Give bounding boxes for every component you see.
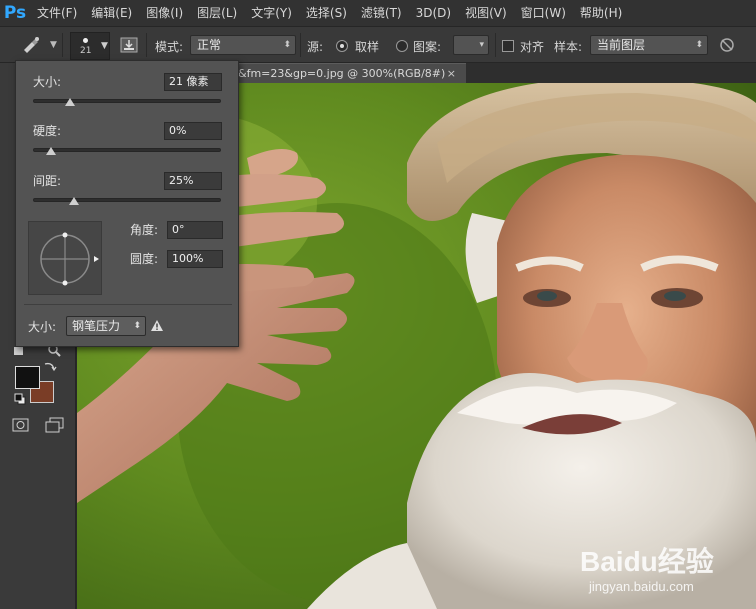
menu-bar: Ps 文件(F) 编辑(E) 图像(I) 图层(L) 文字(Y) 选择(S) 滤… [0,0,756,27]
sample-layers-value: 当前图层 [597,38,646,52]
chevron-down-icon: ▾ [479,40,484,50]
menu-type[interactable]: 文字(Y) [244,0,299,27]
swap-colors-icon[interactable] [42,361,58,373]
size-slider-track[interactable] [33,99,221,103]
menu-window[interactable]: 窗口(W) [514,0,573,27]
options-bar: ▼ 21 ▼ 模式: 正常 ⬍ 源: 取样 图案: ▾ 对齐 样本: 当前图层 … [0,27,756,63]
angle-label: 角度: [130,223,159,237]
source-label: 源: [307,40,324,54]
sample-layers-label: 样本: [554,40,583,54]
divider [24,304,232,305]
menu-layer[interactable]: 图层(L) [190,0,244,27]
hardness-label: 硬度: [33,124,62,138]
pattern-radio[interactable] [396,40,408,52]
screen-mode-icon[interactable] [44,417,66,435]
pen-size-label: 大小: [28,320,57,334]
brush-preset-picker[interactable]: 21 ▼ [70,32,110,60]
spacing-field[interactable]: 25% [164,172,222,190]
document-title: &fm=23&gp=0.jpg @ 300%(RGB/8#) [238,67,446,80]
aligned-checkbox[interactable] [502,40,514,52]
menu-edit[interactable]: 编辑(E) [84,0,139,27]
hardness-slider-track[interactable] [33,148,221,152]
updown-arrow-icon: ⬍ [695,40,703,50]
size-label: 大小: [33,75,62,89]
baidu-jingyan-watermark: Baidu经验 jingyan.baidu.com [580,545,714,594]
sample-radio[interactable] [336,40,348,52]
sample-layers-select[interactable]: 当前图层 ⬍ [590,35,708,55]
sample-radio-label[interactable]: 取样 [355,38,379,55]
roundness-field[interactable]: 100% [167,250,223,268]
aligned-label[interactable]: 对齐 [520,38,544,55]
divider [62,33,63,57]
spacing-slider-track[interactable] [33,198,221,202]
menu-filter[interactable]: 滤镜(T) [354,0,409,27]
spacing-label: 间距: [33,174,62,188]
hardness-field[interactable]: 0% [164,122,222,140]
watermark-url: jingyan.baidu.com [588,579,694,594]
menu-help[interactable]: 帮助(H) [573,0,629,27]
divider [495,33,496,57]
size-field[interactable]: 21 像素 [164,73,222,91]
roundness-label: 圆度: [130,252,159,266]
size-slider-thumb[interactable] [64,98,75,106]
pen-pressure-value: 钢笔压力 [72,319,121,333]
warning-icon [151,320,163,331]
spacing-slider-thumb[interactable] [68,197,79,205]
clone-stamp-tool-icon[interactable] [20,35,42,55]
divider [146,33,147,57]
close-icon[interactable]: × [447,64,456,83]
angle-roundness-dial-icon[interactable] [29,222,103,296]
menu-file[interactable]: 文件(F) [30,0,84,27]
hardness-slider-thumb[interactable] [46,147,56,155]
menu-image[interactable]: 图像(I) [139,0,190,27]
document-tab[interactable]: &fm=23&gp=0.jpg @ 300%(RGB/8#) × [236,63,466,83]
angle-field[interactable]: 0° [167,221,223,239]
menu-select[interactable]: 选择(S) [299,0,354,27]
mode-label: 模式: [155,40,184,54]
blend-mode-select[interactable]: 正常 ⬍ [190,35,296,55]
pen-pressure-select[interactable]: 钢笔压力 ⬍ [66,316,146,336]
divider [300,33,301,57]
ignore-adjustment-layers-icon[interactable] [716,35,738,55]
default-colors-icon[interactable] [14,393,26,405]
brush-angle-preview[interactable] [28,221,102,295]
brush-tip-icon [83,38,88,43]
brush-size-readout: 21 [80,46,92,56]
watermark-brand: Baidu经验 [580,545,714,577]
updown-arrow-icon: ⬍ [133,321,141,331]
foreground-color-swatch[interactable] [15,366,40,389]
pattern-picker[interactable]: ▾ [453,35,489,55]
menu-view[interactable]: 视图(V) [458,0,514,27]
photoshop-logo: Ps [3,3,27,23]
pattern-radio-label[interactable]: 图案: [413,38,441,55]
chevron-down-icon: ▼ [101,41,108,51]
brush-preset-popup: 大小: 21 像素 硬度: 0% 间距: 25% 角度: 0° 圆度: 100%… [15,60,239,347]
menu-3d[interactable]: 3D(D) [409,0,458,27]
blend-mode-value: 正常 [197,38,222,52]
updown-arrow-icon: ⬍ [283,40,291,50]
clone-source-panel-icon[interactable] [118,35,140,55]
quick-mask-icon[interactable] [12,417,30,433]
tool-preset-caret-icon[interactable]: ▼ [50,40,57,50]
